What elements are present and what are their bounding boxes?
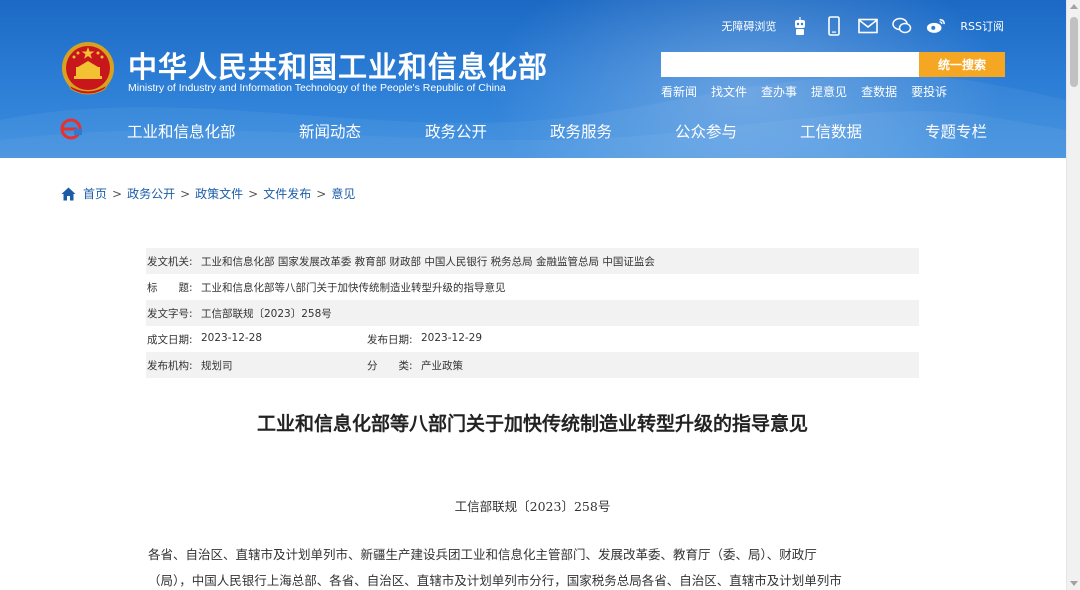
scroll-down-arrow-icon[interactable] (1070, 581, 1078, 586)
meta-value-category: 产业政策 (421, 359, 463, 372)
weibo-icon[interactable] (926, 16, 946, 36)
breadcrumb-policy-docs[interactable]: 政策文件 (195, 185, 243, 202)
mail-icon[interactable] (858, 16, 879, 36)
nav-item-gov-services[interactable]: 政务服务 (550, 120, 612, 142)
quick-link-news[interactable]: 看新闻 (661, 83, 697, 100)
meta-value-title: 工业和信息化部等八部门关于加快传统制造业转型升级的指导意见 (201, 281, 506, 294)
document-title: 工业和信息化部等八部门关于加快传统制造业转型升级的指导意见 (256, 413, 808, 435)
meta-value-created-date: 2023-12-28 (201, 331, 263, 344)
document-number: 工信部联规〔2023〕258号 (454, 499, 611, 514)
quick-links: 看新闻 找文件 查办事 提意见 查数据 要投诉 (661, 83, 947, 100)
scroll-up-arrow-icon[interactable] (1070, 4, 1078, 9)
meta-value-org: 规划司 (201, 359, 233, 372)
breadcrumb: 首页 > 政务公开 > 政策文件 > 文件发布 > 意见 (61, 185, 355, 202)
mobile-icon[interactable] (824, 16, 844, 36)
accessibility-link[interactable]: 无障碍浏览 (721, 18, 776, 34)
nav-item-public-participation[interactable]: 公众参与 (675, 120, 737, 142)
nav-item-gov-affairs[interactable]: 政务公开 (425, 120, 487, 142)
quick-link-services[interactable]: 查办事 (761, 83, 797, 100)
robot-icon[interactable] (790, 16, 810, 36)
breadcrumb-opinions[interactable]: 意见 (331, 185, 355, 202)
document-body: 各省、自治区、直辖市及计划单列市、新疆生产建设兵团工业和信息化主管部门、发展改革… (148, 542, 920, 590)
search-input[interactable] (661, 52, 920, 77)
quick-link-data[interactable]: 查数据 (861, 83, 897, 100)
meta-row-title: 标 题: 工业和信息化部等八部门关于加快传统制造业转型升级的指导意见 (146, 274, 919, 300)
meta-label: 标 题: (147, 281, 193, 294)
nav-item-news[interactable]: 新闻动态 (299, 120, 361, 142)
meta-label: 发布日期: (367, 333, 413, 346)
top-utility-links: 无障碍浏览 RSS订阅 (721, 14, 1004, 38)
site-title-en: Ministry of Industry and Information Tec… (128, 82, 506, 94)
home-icon[interactable] (61, 187, 76, 201)
meta-label: 发布机构: (147, 359, 193, 372)
rss-link[interactable]: RSS订阅 (960, 18, 1004, 34)
breadcrumb-doc-release[interactable]: 文件发布 (263, 185, 311, 202)
quick-link-complaint[interactable]: 要投诉 (911, 83, 947, 100)
meta-row-org-category: 发布机构: 规划司 分 类: 产业政策 (146, 352, 919, 378)
breadcrumb-separator: > (112, 186, 123, 201)
site-title-cn[interactable]: 中华人民共和国工业和信息化部 (128, 44, 548, 86)
scrollbar-thumb[interactable] (1070, 17, 1078, 87)
breadcrumb-separator: > (180, 186, 191, 201)
breadcrumb-separator: > (316, 186, 327, 201)
meta-value-issuer: 工业和信息化部 国家发展改革委 教育部 财政部 中国人民银行 税务总局 金融监管… (201, 255, 655, 268)
meta-row-issuer: 发文机关: 工业和信息化部 国家发展改革委 教育部 财政部 中国人民银行 税务总… (146, 248, 919, 274)
main-nav: 工业和信息化部 新闻动态 政务公开 政务服务 公众参与 工信数据 专题专栏 (0, 114, 1066, 148)
wechat-icon[interactable] (892, 16, 912, 36)
nav-item-special-topics[interactable]: 专题专栏 (925, 120, 987, 142)
breadcrumb-home[interactable]: 首页 (83, 185, 107, 202)
breadcrumb-separator: > (248, 186, 259, 201)
site-header: 中华人民共和国工业和信息化部 Ministry of Industry and … (0, 0, 1066, 158)
meta-label: 成文日期: (147, 333, 193, 346)
page-scrollbar[interactable] (1066, 0, 1080, 590)
nav-item-ministry[interactable]: 工业和信息化部 (127, 120, 236, 142)
quick-link-feedback[interactable]: 提意见 (811, 83, 847, 100)
meta-label: 发文字号: (147, 307, 193, 320)
document-metadata-table: 发文机关: 工业和信息化部 国家发展改革委 教育部 财政部 中国人民银行 税务总… (146, 248, 919, 378)
meta-value-published-date: 2023-12-29 (421, 331, 483, 344)
unified-search-button[interactable]: 统一搜索 (919, 52, 1005, 77)
nav-item-data[interactable]: 工信数据 (800, 120, 862, 142)
meta-row-dates: 成文日期: 2023-12-28 发布日期: 2023-12-29 (146, 326, 919, 352)
meta-label: 分 类: (367, 359, 413, 372)
document-body-line: （局），中国人民银行上海总部、各省、自治区、直辖市及计划单列市分行，国家税务总局… (148, 573, 842, 588)
meta-value-doc-number: 工信部联规〔2023〕258号 (201, 307, 332, 320)
meta-row-doc-number: 发文字号: 工信部联规〔2023〕258号 (146, 300, 919, 326)
quick-link-documents[interactable]: 找文件 (711, 83, 747, 100)
document-body-line: 各省、自治区、直辖市及计划单列市、新疆生产建设兵团工业和信息化主管部门、发展改革… (148, 547, 817, 562)
e-gov-icon[interactable] (60, 118, 82, 140)
national-emblem-logo[interactable] (61, 41, 115, 97)
meta-label: 发文机关: (147, 255, 193, 268)
breadcrumb-gov-affairs[interactable]: 政务公开 (127, 185, 175, 202)
